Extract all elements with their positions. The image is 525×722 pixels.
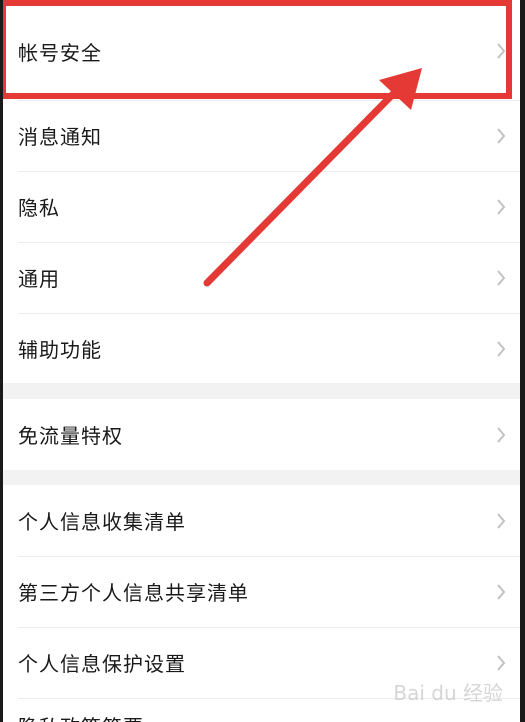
settings-item-account-security[interactable]: 帐号安全 xyxy=(0,0,525,100)
right-edge-border xyxy=(520,0,525,722)
settings-item-label: 辅助功能 xyxy=(18,338,102,362)
chevron-right-icon xyxy=(495,197,507,217)
settings-group-main: 帐号安全 消息通知 隐私 通用 辅助功能 xyxy=(0,0,525,383)
chevron-right-icon xyxy=(495,126,507,146)
chevron-right-icon xyxy=(495,339,507,359)
settings-item-label: 免流量特权 xyxy=(18,424,123,448)
settings-item-notifications[interactable]: 消息通知 xyxy=(0,100,525,171)
settings-item-general[interactable]: 通用 xyxy=(0,242,525,313)
settings-item-third-party-sharing-list[interactable]: 第三方个人信息共享清单 xyxy=(0,556,525,627)
settings-item-label: 隐私政策简要 xyxy=(18,711,507,722)
settings-item-label: 个人信息保护设置 xyxy=(18,652,186,676)
settings-item-label: 帐号安全 xyxy=(18,40,102,65)
settings-item-accessibility[interactable]: 辅助功能 xyxy=(0,313,525,384)
chevron-right-icon xyxy=(495,268,507,288)
chevron-right-icon xyxy=(495,511,507,531)
settings-item-label: 消息通知 xyxy=(18,125,102,149)
settings-item-free-data[interactable]: 免流量特权 xyxy=(0,399,525,470)
settings-item-info-collection-list[interactable]: 个人信息收集清单 xyxy=(0,485,525,556)
left-edge-border xyxy=(0,0,3,722)
settings-screen: 帐号安全 消息通知 隐私 通用 辅助功能 免流量特权 个人信息收集清单 第三方个… xyxy=(0,0,525,722)
settings-item-label: 通用 xyxy=(18,267,60,291)
settings-item-label: 第三方个人信息共享清单 xyxy=(18,581,249,605)
settings-group-data: 免流量特权 xyxy=(0,399,525,470)
chevron-right-icon xyxy=(495,425,507,445)
settings-item-privacy[interactable]: 隐私 xyxy=(0,171,525,242)
settings-item-label: 隐私 xyxy=(18,196,60,220)
watermark-logo: Bai du 经验 xyxy=(393,681,503,705)
chevron-right-icon xyxy=(495,582,507,602)
chevron-right-icon xyxy=(495,653,507,673)
settings-item-label: 个人信息收集清单 xyxy=(18,510,186,534)
chevron-right-icon xyxy=(495,41,507,61)
